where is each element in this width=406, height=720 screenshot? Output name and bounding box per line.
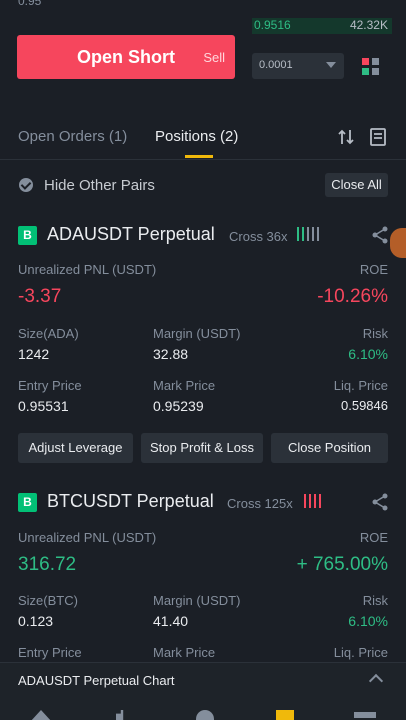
pnl-label: Unrealized PNL (USDT) (18, 262, 157, 277)
adjust-leverage-button[interactable]: Adjust Leverage (18, 433, 133, 463)
margin-mode: Cross 36x (229, 229, 288, 244)
binance-badge: B (18, 493, 37, 512)
book-price: 0.9516 (254, 18, 291, 32)
size-value: 1242 (18, 346, 50, 362)
position-card-adausdt: B ADAUSDT Perpetual Cross 36x Unrealized… (0, 222, 406, 472)
close-all-button[interactable]: Close All (325, 173, 388, 197)
book-layout-icon[interactable] (362, 58, 380, 76)
share-icon[interactable] (371, 226, 389, 244)
chevron-down-icon (326, 62, 336, 68)
share-icon[interactable] (371, 493, 389, 511)
wallets-icon[interactable] (354, 712, 376, 718)
order-book-strip: 0.95 0.9516 42.32K (0, 0, 406, 34)
unrealized-pnl: 316.72 (18, 554, 77, 575)
entry-price-label: Entry Price (18, 645, 82, 660)
margin-value: 32.88 (153, 346, 189, 362)
margin-value: 41.40 (153, 613, 189, 629)
home-icon[interactable] (30, 710, 52, 720)
risk-value: 6.10% (348, 346, 388, 362)
margin-mode: Cross 125x (227, 496, 293, 511)
roe-label: ROE (359, 530, 388, 545)
hide-other-pairs-row: Hide Other Pairs Close All (0, 170, 406, 200)
position-card-btcusdt: B BTCUSDT Perpetual Cross 125x Unrealize… (0, 490, 406, 660)
adl-indicator-icon (297, 227, 323, 241)
tab-positions[interactable]: Positions (2) (155, 128, 238, 145)
roe-label: ROE (359, 262, 388, 277)
sort-icon[interactable] (337, 128, 355, 146)
mark-price-label: Mark Price (153, 378, 216, 393)
liq-price-label: Liq. Price (333, 378, 388, 393)
entry-price-value: 0.95531 (18, 398, 69, 414)
risk-label: Risk (362, 593, 388, 608)
sell-label: Sell (203, 50, 225, 65)
pnl-label: Unrealized PNL (USDT) (18, 530, 157, 545)
trades-icon[interactable] (196, 710, 214, 720)
size-label: Size(ADA) (18, 326, 79, 341)
size-label: Size(BTC) (18, 593, 78, 608)
floating-assistant-icon[interactable] (390, 228, 406, 258)
active-tab-indicator (185, 155, 213, 158)
pair-name[interactable]: BTCUSDT Perpetual (47, 491, 214, 512)
mark-price-value: 0.95239 (153, 398, 204, 414)
open-short-label: Open Short (77, 47, 175, 67)
close-position-button[interactable]: Close Position (271, 433, 388, 463)
chart-drawer-label: ADAUSDT Perpetual Chart (18, 673, 175, 688)
risk-label: Risk (362, 326, 388, 341)
chart-drawer[interactable]: ADAUSDT Perpetual Chart (0, 662, 406, 698)
precision-select[interactable]: 0.0001 (252, 53, 344, 79)
roe-value: + 765.00% (296, 554, 388, 575)
tab-open-orders[interactable]: Open Orders (1) (18, 128, 127, 145)
order-history-icon[interactable] (370, 128, 386, 146)
liq-price-label: Liq. Price (333, 645, 388, 660)
futures-icon[interactable] (276, 710, 294, 720)
entry-price-label: Entry Price (18, 378, 82, 393)
margin-label: Margin (USDT) (153, 593, 241, 608)
last-price: 0.95 (18, 0, 42, 8)
check-icon[interactable] (19, 178, 33, 192)
markets-icon[interactable] (116, 710, 124, 720)
stop-profit-loss-button[interactable]: Stop Profit & Loss (141, 433, 263, 463)
unrealized-pnl: -3.37 (18, 286, 62, 307)
risk-value: 6.10% (348, 613, 388, 629)
adl-indicator-icon (304, 494, 330, 508)
orders-positions-tabs: Open Orders (1) Positions (2) (0, 118, 406, 160)
book-qty: 42.32K (349, 18, 388, 32)
margin-label: Margin (USDT) (153, 326, 241, 341)
liq-price-value: 0.59846 (341, 398, 388, 413)
hide-other-pairs-label[interactable]: Hide Other Pairs (44, 177, 155, 194)
pair-name[interactable]: ADAUSDT Perpetual (47, 224, 215, 245)
order-book-row[interactable]: 0.9516 42.32K (252, 18, 392, 34)
mark-price-label: Mark Price (153, 645, 216, 660)
open-short-button[interactable]: Open Short Sell (17, 35, 235, 79)
binance-badge: B (18, 226, 37, 245)
size-value: 0.123 (18, 613, 54, 629)
chevron-up-icon[interactable] (368, 673, 384, 689)
roe-value: -10.26% (317, 286, 388, 307)
bottom-navigation (0, 698, 406, 720)
precision-value: 0.0001 (259, 59, 293, 71)
